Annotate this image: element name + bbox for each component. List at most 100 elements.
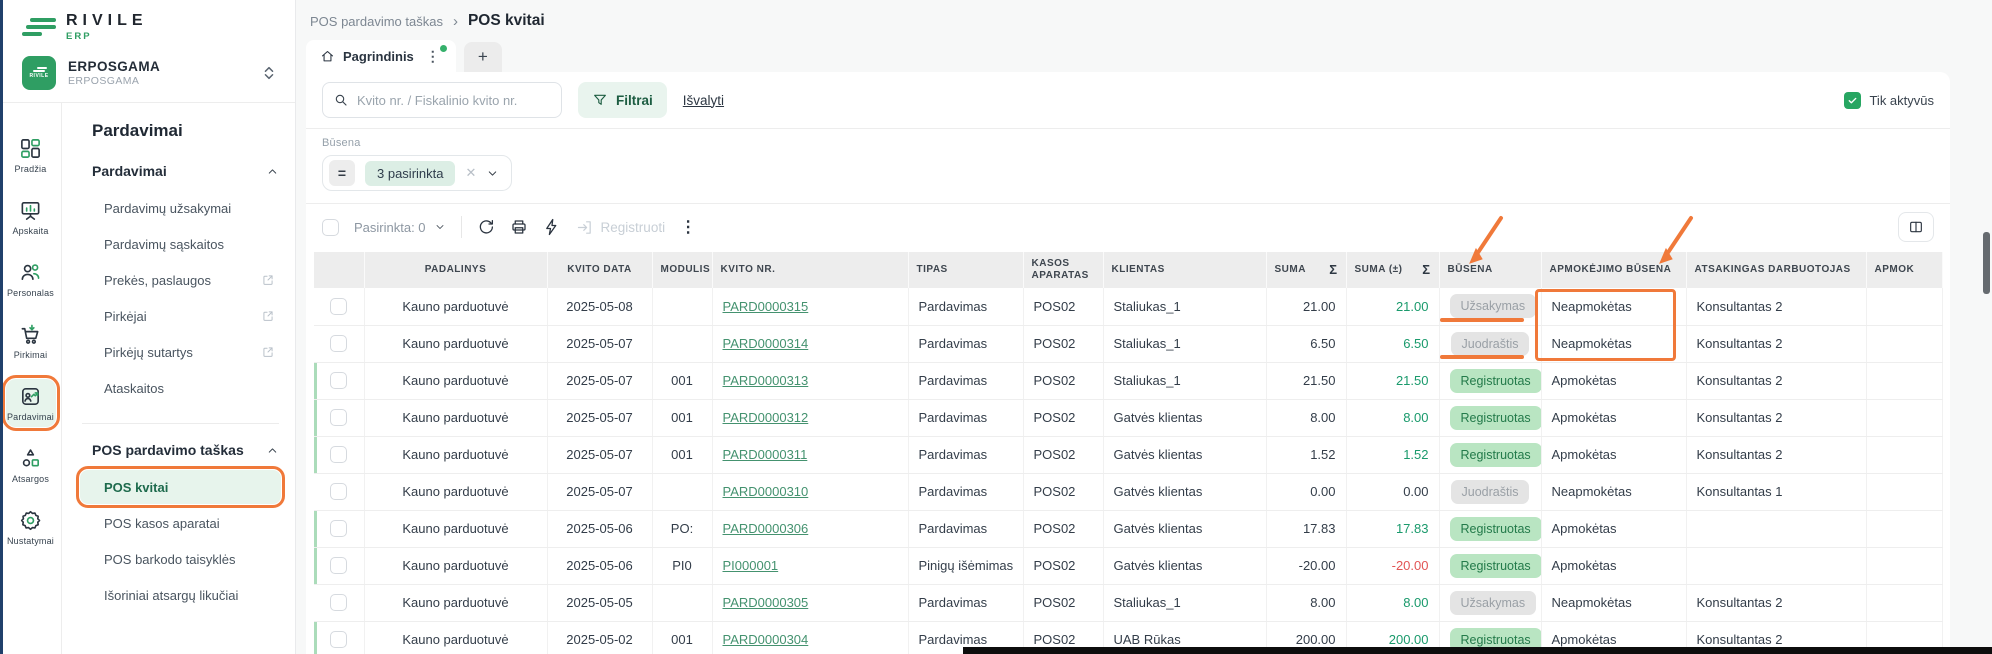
cell-row-checkbox bbox=[314, 288, 364, 325]
sidebar-section-header-pos-pardavimo-ta-kas[interactable]: POS pardavimo taškas bbox=[62, 434, 295, 466]
refresh-button[interactable] bbox=[477, 218, 495, 236]
table-row-pard0000313: Kauno parduotuvė2025-05-07001PARD0000313… bbox=[314, 362, 1942, 399]
row-checkbox[interactable] bbox=[330, 594, 347, 611]
sidebar-item-pirk-jai[interactable]: Pirkėjai bbox=[80, 299, 281, 333]
print-button[interactable] bbox=[510, 218, 528, 236]
cell-suma: 1.52 bbox=[1266, 436, 1346, 473]
funnel-icon bbox=[592, 92, 608, 108]
cell-kasos-aparatas: POS02 bbox=[1023, 325, 1103, 362]
receipt-link[interactable]: PARD0000305 bbox=[723, 595, 809, 610]
plus-icon: + bbox=[478, 47, 488, 67]
sidebar-section-header-pardavimai[interactable]: Pardavimai bbox=[62, 155, 295, 187]
row-checkbox[interactable] bbox=[330, 335, 347, 352]
register-button-disabled[interactable]: Registruoti bbox=[576, 219, 666, 236]
cell-suma-pm: 8.00 bbox=[1346, 584, 1439, 621]
add-tab-button[interactable]: + bbox=[464, 42, 502, 72]
receipt-link[interactable]: PARD0000311 bbox=[723, 447, 808, 462]
search-icon bbox=[333, 92, 349, 108]
row-checkbox[interactable] bbox=[330, 631, 347, 648]
sidebar-item-pos-kvitai[interactable]: POS kvitai bbox=[80, 470, 281, 504]
quick-action-bolt-button[interactable] bbox=[543, 218, 561, 236]
sum-sigma-icon[interactable]: Σ bbox=[1422, 262, 1430, 278]
cell-klientas: Gatvės klientas bbox=[1103, 399, 1266, 436]
row-checkbox[interactable] bbox=[330, 483, 347, 500]
row-checkbox[interactable] bbox=[330, 372, 347, 389]
rail-item-atsargos[interactable]: Atsargos bbox=[6, 441, 56, 489]
receipt-link[interactable]: PARD0000312 bbox=[723, 410, 809, 425]
cell-kvito-nr: PARD0000312 bbox=[712, 399, 908, 436]
cell-apmok-cut bbox=[1866, 399, 1942, 436]
horizontal-scrollbar[interactable] bbox=[963, 647, 1992, 654]
toolbar-divider bbox=[461, 216, 462, 238]
sidebar-menu: Pardavimai Pardavimai Pardavimų užsakymai… bbox=[62, 103, 295, 654]
section-label: Pardavimai bbox=[92, 163, 167, 179]
selected-count-dropdown[interactable]: Pasirinkta: 0 bbox=[354, 220, 446, 235]
cell-apmok-cut bbox=[1866, 325, 1942, 362]
sidebar-item-i-oriniai-atsarg-liku-iai[interactable]: Išoriniai atsargų likučiai bbox=[80, 578, 281, 612]
receipt-link[interactable]: PARD0000313 bbox=[723, 373, 809, 388]
cell-padalinys: Kauno parduotuvė bbox=[364, 288, 547, 325]
sidebar-section-pardavimai: Pardavimai Pardavimų užsakymaiPardavimų s… bbox=[62, 155, 295, 413]
receipt-link[interactable]: PARD0000315 bbox=[723, 299, 809, 314]
clear-filters-link[interactable]: Išvalyti bbox=[683, 93, 724, 108]
rail-item-label: Nustatymai bbox=[7, 536, 54, 546]
receipt-link[interactable]: PARD0000306 bbox=[723, 521, 809, 536]
search-input[interactable] bbox=[357, 93, 551, 108]
rail-item-pardavimai[interactable]: Pardavimai bbox=[6, 379, 56, 427]
cell-apmok-cut bbox=[1866, 436, 1942, 473]
receipt-link[interactable]: PARD0000314 bbox=[723, 336, 809, 351]
status-badge: Registruotas bbox=[1450, 554, 1542, 578]
rail-item-personalas[interactable]: Personalas bbox=[6, 255, 56, 303]
sidebar-item-pardavim-s-skaitos[interactable]: Pardavimų sąskaitos bbox=[80, 227, 281, 261]
vertical-scrollbar-thumb[interactable] bbox=[1983, 232, 1990, 294]
active-only-toggle[interactable]: Tik aktyvūs bbox=[1844, 92, 1934, 109]
table-row-pard0000306: Kauno parduotuvė2025-05-06PO:PARD0000306… bbox=[314, 510, 1942, 547]
tab-menu-kebab-icon[interactable]: ⋮ bbox=[422, 46, 444, 67]
table-toolbar: Pasirinkta: 0 bbox=[306, 204, 1950, 250]
operator-equals-button[interactable]: = bbox=[329, 160, 355, 186]
rail-item-nustatymai[interactable]: Nustatymai bbox=[6, 503, 56, 551]
sidebar-item-label: Pirkėjų sutartys bbox=[104, 345, 193, 360]
cell-apmokejimo-busena: Apmokėtas bbox=[1541, 510, 1686, 547]
rail-item-apskaita[interactable]: Apskaita bbox=[6, 193, 56, 241]
checkbox-checked-icon[interactable] bbox=[1844, 92, 1861, 109]
rail-item-prad-ia[interactable]: Pradžia bbox=[6, 131, 56, 179]
column-settings-button[interactable] bbox=[1898, 212, 1934, 242]
column-header-apmok-jimo-b-sena: APMOKĖJIMO BŪSENA bbox=[1541, 252, 1686, 288]
cell-kvito-data: 2025-05-06 bbox=[547, 547, 652, 584]
row-checkbox[interactable] bbox=[330, 520, 347, 537]
sidebar-item-pirk-j-sutartys[interactable]: Pirkėjų sutartys bbox=[80, 335, 281, 369]
sidebar-item-pardavim-u-sakymai[interactable]: Pardavimų užsakymai bbox=[80, 191, 281, 225]
chevron-updown-icon[interactable] bbox=[263, 65, 275, 81]
column-header-modulis: MODULIS bbox=[652, 252, 712, 288]
filters-button[interactable]: Filtrai bbox=[578, 82, 667, 118]
sidebar-item-pos-kasos-aparatai[interactable]: POS kasos aparatai bbox=[80, 506, 281, 540]
cell-tipas: Pardavimas bbox=[908, 510, 1023, 547]
selected-count-pill[interactable]: 3 pasirinkta bbox=[365, 161, 455, 186]
receipt-link[interactable]: PI000001 bbox=[723, 558, 779, 573]
chip-close-icon[interactable]: ✕ bbox=[465, 165, 476, 181]
breadcrumb-parent[interactable]: POS pardavimo taškas bbox=[310, 14, 443, 29]
column-header-kvito-data: KVITO DATA bbox=[547, 252, 652, 288]
cell-suma-pm: -20.00 bbox=[1346, 547, 1439, 584]
sidebar-item-ataskaitos[interactable]: Ataskaitos bbox=[80, 371, 281, 405]
row-checkbox[interactable] bbox=[330, 409, 347, 426]
receipt-link[interactable]: PARD0000310 bbox=[723, 484, 809, 499]
sidebar-item-prek-s-paslaugos[interactable]: Prekės, paslaugos bbox=[80, 263, 281, 297]
company-selector[interactable]: RIVILE ERPOSGAMA ERPOSGAMA bbox=[0, 48, 295, 103]
rail-item-pirkimai[interactable]: Pirkimai bbox=[6, 317, 56, 365]
row-checkbox[interactable] bbox=[330, 446, 347, 463]
cell-tipas: Pardavimas bbox=[908, 436, 1023, 473]
chip-chevron-down-icon[interactable] bbox=[486, 167, 499, 180]
receipt-link[interactable]: PARD0000304 bbox=[723, 632, 809, 647]
sum-sigma-icon[interactable]: Σ bbox=[1329, 262, 1337, 278]
row-checkbox[interactable] bbox=[330, 298, 347, 315]
sidebar-item-pos-barkodo-taisykl-s[interactable]: POS barkodo taisyklės bbox=[80, 542, 281, 576]
tab-pagrindinis[interactable]: Pagrindinis ⋮ bbox=[306, 40, 456, 72]
cell-kvito-nr: PARD0000310 bbox=[712, 473, 908, 510]
cell-suma: 0.00 bbox=[1266, 473, 1346, 510]
more-actions-kebab-icon[interactable]: ⋮ bbox=[680, 217, 696, 237]
row-checkbox[interactable] bbox=[330, 557, 347, 574]
cell-suma: -20.00 bbox=[1266, 547, 1346, 584]
select-all-checkbox[interactable] bbox=[322, 219, 339, 236]
